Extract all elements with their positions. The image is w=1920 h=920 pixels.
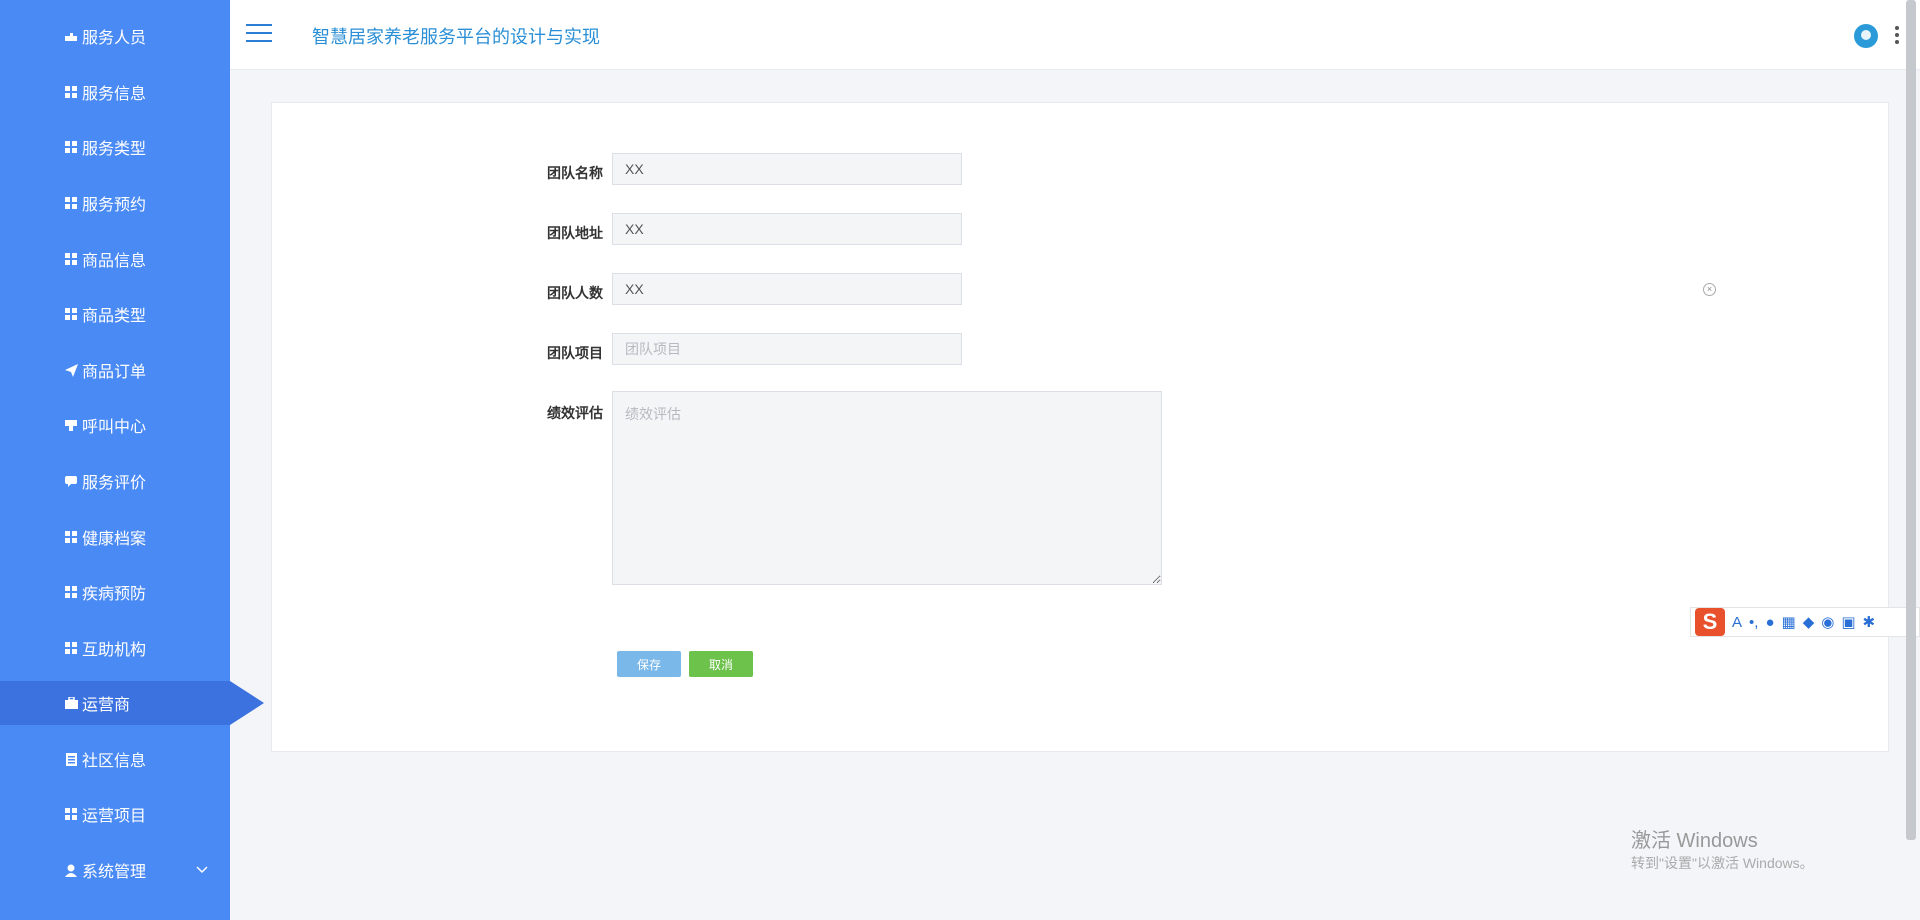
sidebar-item-label: 商品订单 (82, 364, 147, 381)
send-icon (64, 363, 78, 377)
sidebar-item-health-record[interactable]: 健康档案 (0, 515, 230, 559)
grid-icon (64, 641, 78, 655)
sidebar-item-label: 呼叫中心 (82, 419, 147, 436)
sidebar-item-product-type[interactable]: 商品类型 (0, 292, 230, 336)
grid-icon (64, 85, 78, 99)
grid-icon (64, 807, 78, 821)
sidebar-item-label: 服务评价 (82, 475, 147, 492)
sidebar-item-service-info[interactable]: 服务信息 (0, 70, 230, 114)
hamburger-menu-icon[interactable] (246, 24, 272, 44)
sidebar-item-mutual-aid[interactable]: 互助机构 (0, 626, 230, 670)
grid-icon (64, 252, 78, 266)
sidebar-item-label: 系统管理 (82, 864, 147, 881)
sidebar-item-label: 运营商 (82, 697, 131, 714)
sidebar-item-operation-project[interactable]: 运营项目 (0, 792, 230, 836)
grid-icon (64, 140, 78, 154)
grid-icon (64, 530, 78, 544)
phone-icon (64, 418, 78, 432)
settings-icon[interactable]: ✱ (1863, 613, 1876, 631)
sidebar-item-label: 疾病预防 (82, 586, 147, 603)
sidebar-item-call-center[interactable]: 呼叫中心 (0, 403, 230, 447)
page-title: 智慧居家养老服务平台的设计与实现 (312, 27, 600, 47)
team-address-input[interactable] (612, 213, 962, 245)
sidebar-item-label: 商品信息 (82, 253, 147, 270)
sidebar-item-label: 商品类型 (82, 308, 147, 325)
windows-watermark-title: 激活 Windows (1631, 830, 1758, 852)
scrollbar[interactable] (1906, 0, 1916, 840)
punctuation-icon[interactable]: •, (1749, 614, 1758, 631)
clear-icon[interactable]: × (1703, 283, 1716, 296)
sidebar-item-service-review[interactable]: 服务评价 (0, 459, 230, 503)
windows-watermark-subtitle: 转到"设置"以激活 Windows。 (1631, 855, 1814, 871)
keyboard-icon[interactable]: ▦ (1782, 613, 1796, 631)
skin-icon[interactable]: ◆ (1803, 613, 1815, 631)
emoji-icon[interactable]: ◉ (1821, 613, 1834, 631)
team-address-label: 团队地址 (547, 225, 603, 241)
grid-icon (64, 196, 78, 210)
user-icon (64, 863, 78, 877)
more-options-icon[interactable] (1895, 26, 1899, 44)
team-name-label: 团队名称 (547, 165, 603, 181)
team-size-input[interactable] (612, 273, 962, 305)
apps-icon[interactable]: ▣ (1841, 613, 1855, 631)
performance-textarea[interactable] (612, 391, 1162, 585)
team-size-label: 团队人数 (547, 285, 603, 301)
sidebar-item-label: 健康档案 (82, 531, 147, 548)
ime-toolbar: S A •, ● ▦ ◆ ◉ ▣ ✱ (1690, 607, 1920, 637)
sidebar-item-product-order[interactable]: 商品订单 (0, 348, 230, 392)
briefcase-icon (64, 696, 78, 710)
sidebar-item-label: 服务人员 (82, 30, 147, 47)
save-button[interactable]: 保存 (617, 651, 681, 677)
team-project-label: 团队项目 (547, 345, 603, 361)
sidebar-item-community-info[interactable]: 社区信息 (0, 737, 230, 781)
team-project-input[interactable] (612, 333, 962, 365)
sidebar-item-label: 服务信息 (82, 86, 147, 103)
font-icon[interactable]: A (1732, 614, 1742, 631)
performance-label: 绩效评估 (547, 405, 603, 421)
document-icon (64, 752, 78, 766)
sidebar-item-system-management[interactable]: 系统管理 (0, 848, 230, 892)
sidebar-item-label: 互助机构 (82, 642, 147, 659)
sidebar-item-label: 社区信息 (82, 753, 147, 770)
cancel-button[interactable]: 取消 (689, 651, 753, 677)
avatar[interactable] (1854, 24, 1878, 48)
sidebar-item-label: 服务预约 (82, 197, 147, 214)
chevron-down-icon (196, 861, 208, 879)
sogou-logo-icon[interactable]: S (1695, 608, 1725, 636)
comment-icon (64, 474, 78, 488)
sidebar-item-disease-prevention[interactable]: 疾病预防 (0, 570, 230, 614)
top-header: 智慧居家养老服务平台的设计与实现 (230, 0, 1920, 70)
user-tie-icon (64, 29, 78, 43)
sidebar-item-product-info[interactable]: 商品信息 (0, 237, 230, 281)
sidebar-item-label: 运营项目 (82, 808, 147, 825)
sidebar-item-label: 服务类型 (82, 141, 147, 158)
sidebar-item-operator[interactable]: 运营商 (0, 681, 264, 725)
team-name-input[interactable] (612, 153, 962, 185)
sidebar-item-service-booking[interactable]: 服务预约 (0, 181, 230, 225)
sidebar-item-service-staff[interactable]: 服务人员 (0, 14, 230, 58)
grid-icon (64, 307, 78, 321)
sidebar-item-service-type[interactable]: 服务类型 (0, 125, 230, 169)
grid-icon (64, 585, 78, 599)
sidebar: 服务人员 服务信息 服务类型 服务预约 商品信息 商品类型 商品订单 呼叫中心 … (0, 0, 264, 920)
microphone-icon[interactable]: ● (1765, 614, 1774, 631)
